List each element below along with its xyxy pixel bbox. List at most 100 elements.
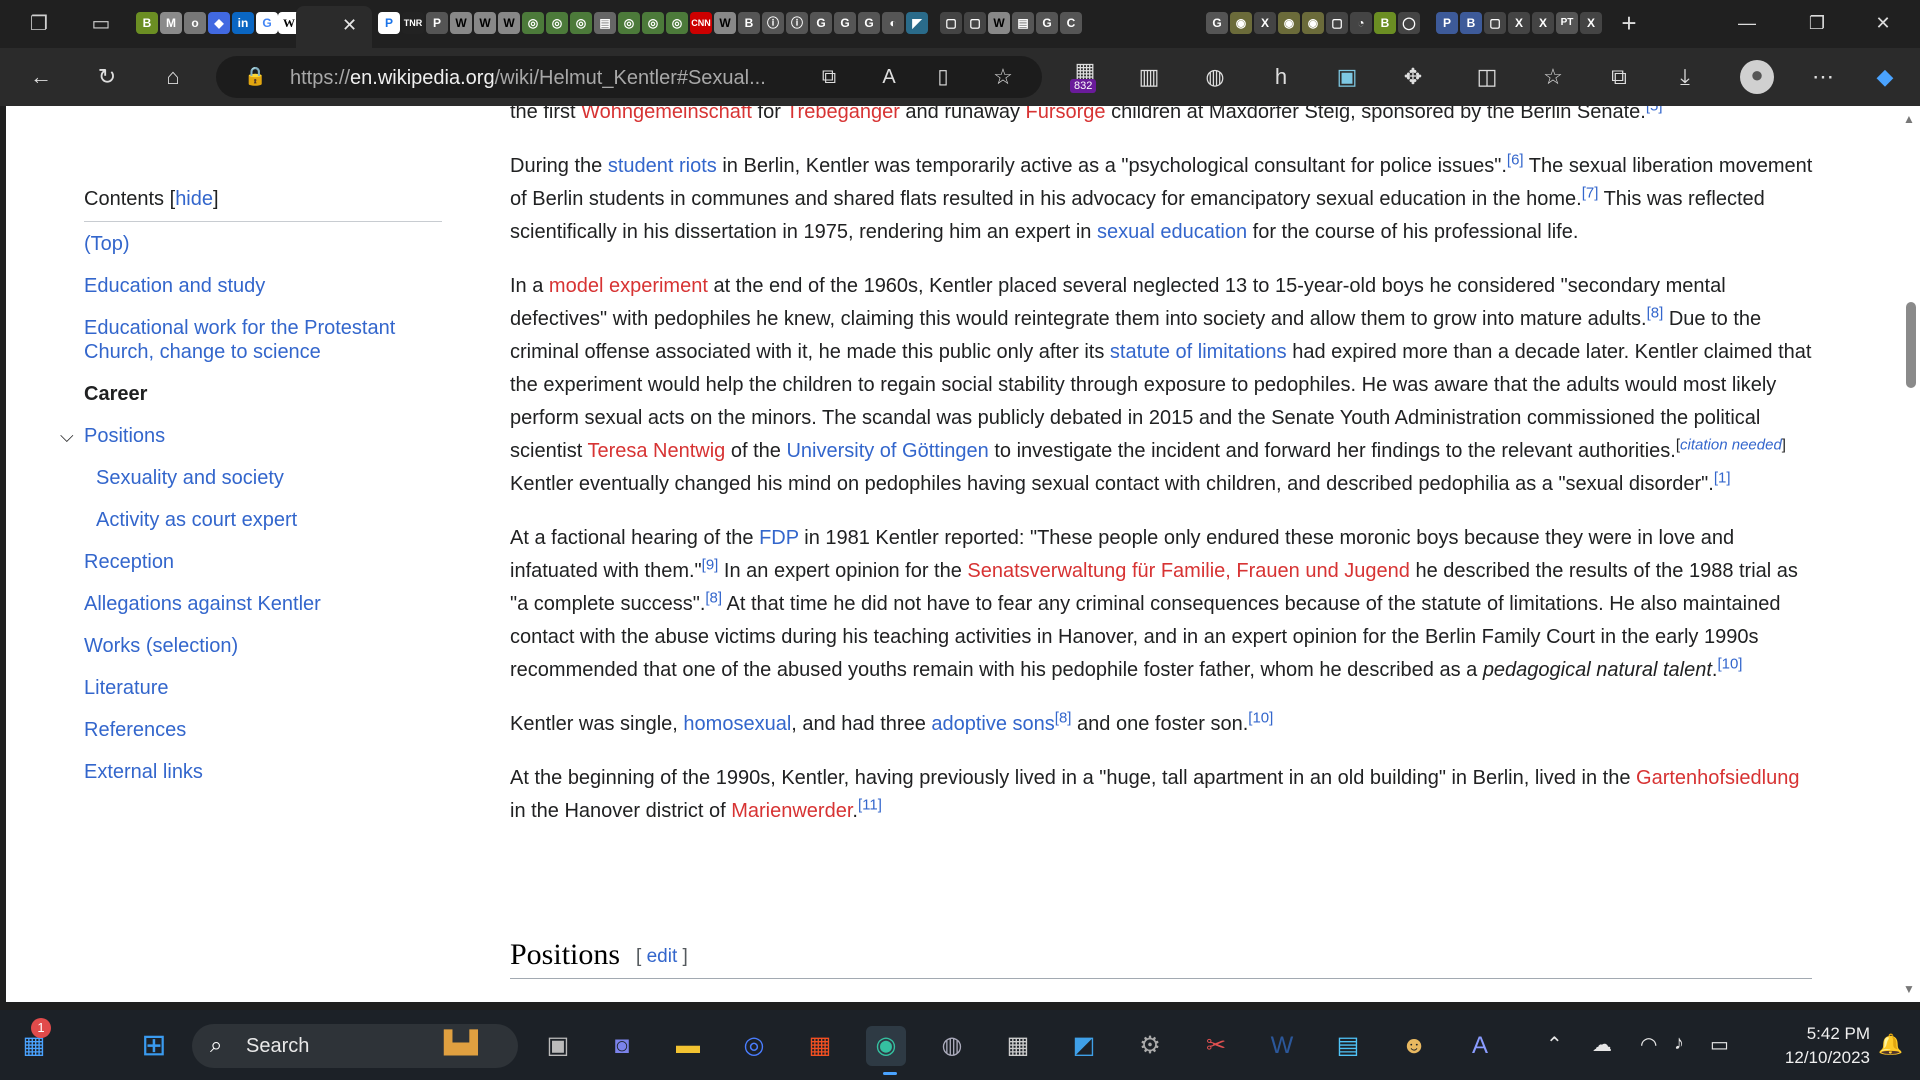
taskbar-search[interactable]: ⌕ Search ▙▟	[192, 1024, 518, 1068]
tab-favicon[interactable]: ▢	[940, 12, 962, 34]
tab-favicon[interactable]: ◎	[642, 12, 664, 34]
tab-favicon[interactable]: CNN	[690, 12, 712, 34]
toc-item-sexuality[interactable]: Sexuality and society	[84, 466, 444, 490]
tab-favicon[interactable]: ⓘ	[762, 12, 784, 34]
vertical-tabs-icon[interactable]: ▭	[86, 9, 116, 39]
new-tab-button[interactable]: +	[1614, 8, 1644, 38]
link-fdp[interactable]: FDP	[759, 527, 799, 549]
restore-icon[interactable]: ❐	[1802, 8, 1832, 38]
settings-gear-icon[interactable]: ⚙	[1130, 1026, 1170, 1066]
link-sexual-education[interactable]: sexual education	[1097, 221, 1247, 243]
back-icon[interactable]: ←	[26, 62, 56, 92]
tab-favicon[interactable]: ◉	[1302, 12, 1324, 34]
notification-bell-icon[interactable]: 🔔	[1878, 1032, 1903, 1057]
scroll-up-arrow-icon[interactable]: ▲	[1903, 112, 1915, 126]
workspaces-icon[interactable]: ❐	[24, 9, 54, 39]
citation-ref[interactable]: [1]	[1714, 469, 1731, 486]
citation-ref[interactable]: [8]	[705, 589, 722, 606]
downloads-icon[interactable]: ⤓	[1670, 62, 1700, 92]
tab-favicon[interactable]: B	[738, 12, 760, 34]
edge-icon[interactable]: ◉	[866, 1026, 906, 1066]
link-university-of-gottingen[interactable]: University of Göttingen	[786, 440, 988, 462]
tab-favicon[interactable]: ▢	[964, 12, 986, 34]
edit-section-link[interactable]: edit	[647, 946, 678, 967]
h-extension-icon[interactable]: h	[1266, 62, 1296, 92]
citation-ref[interactable]: [11]	[858, 796, 882, 813]
file-explorer-icon[interactable]: ▬	[668, 1026, 708, 1066]
tab-favicon[interactable]: ◐	[882, 12, 904, 34]
citation-ref[interactable]: [8]	[1647, 304, 1664, 321]
toc-item-literature[interactable]: Literature	[84, 676, 444, 700]
app-a-icon[interactable]: A	[1460, 1026, 1500, 1066]
notepad-icon[interactable]: ▤	[1328, 1026, 1368, 1066]
extensions-icon[interactable]: ✥	[1398, 62, 1428, 92]
tab-favicon[interactable]: G	[834, 12, 856, 34]
profile-avatar[interactable]: ●	[1740, 60, 1774, 94]
tab-favicon[interactable]: B	[136, 12, 158, 34]
tab-favicon[interactable]: X	[1580, 12, 1602, 34]
minimize-icon[interactable]: —	[1732, 8, 1762, 38]
link-gartenhofsiedlung[interactable]: Gartenhofsiedlung	[1636, 767, 1799, 789]
copilot-icon[interactable]: ◆	[1870, 62, 1900, 92]
store-icon[interactable]: ▦	[800, 1026, 840, 1066]
toc-item-educational-work[interactable]: Educational work for the Protestant Chur…	[84, 316, 424, 364]
link-model-experiment[interactable]: model experiment	[549, 275, 708, 297]
tab-favicon[interactable]: ◉	[1230, 12, 1252, 34]
camera-icon[interactable]: ◍	[932, 1026, 972, 1066]
tab-favicon[interactable]: PT	[1556, 12, 1578, 34]
citation-ref[interactable]: [8]	[1055, 709, 1072, 726]
tab-favicon[interactable]: ◉	[1278, 12, 1300, 34]
app-icon[interactable]: ◎	[734, 1026, 774, 1066]
link-adoptive-sons[interactable]: adoptive sons	[931, 713, 1054, 735]
tab-favicon[interactable]: W	[988, 12, 1010, 34]
toc-item-works[interactable]: Works (selection)	[84, 634, 444, 658]
tab-favicon[interactable]: G	[256, 12, 278, 34]
collections-icon[interactable]: ⧉	[1604, 62, 1634, 92]
tab-favicon[interactable]: ◎	[570, 12, 592, 34]
tab-favicon[interactable]: ▢	[1484, 12, 1506, 34]
system-clock[interactable]: 5:42 PM 12/10/2023	[1760, 1022, 1870, 1070]
link-teresa-nentwig[interactable]: Teresa Nentwig	[587, 440, 725, 462]
refresh-icon[interactable]: ↻	[92, 62, 122, 92]
tab-favicon[interactable]: ⓘ	[786, 12, 808, 34]
tab-favicon[interactable]: ◯	[1398, 12, 1420, 34]
scroll-down-arrow-icon[interactable]: ▼	[1903, 982, 1915, 996]
volume-icon[interactable]: ♪	[1674, 1032, 1684, 1055]
tab-favicon[interactable]: W	[474, 12, 496, 34]
address-bar[interactable]: 🔒 https://en.wikipedia.org/wiki/Helmut_K…	[216, 56, 1042, 98]
tab-favicon[interactable]: ◎	[666, 12, 688, 34]
tab-favicon[interactable]: G	[858, 12, 880, 34]
close-tab-icon[interactable]: ✕	[342, 15, 357, 36]
tab-favicon[interactable]: P	[1436, 12, 1458, 34]
active-tab[interactable]: ✕	[296, 6, 372, 48]
lock-icon[interactable]: 🔒	[244, 66, 266, 87]
chevron-down-icon[interactable]: ⌵	[60, 424, 74, 448]
tab-favicon[interactable]: P	[426, 12, 448, 34]
citation-ref[interactable]: [9]	[702, 556, 719, 573]
tab-favicon[interactable]: ▢	[1326, 12, 1348, 34]
toc-item-education[interactable]: Education and study	[84, 274, 444, 298]
url-text[interactable]: https://en.wikipedia.org/wiki/Helmut_Ken…	[290, 67, 766, 90]
link-wohngemeinschaft[interactable]: Wohngemeinschaft	[581, 106, 752, 123]
close-window-icon[interactable]: ✕	[1868, 8, 1898, 38]
citation-ref[interactable]: [10]	[1248, 709, 1273, 726]
citation-needed-link[interactable]: citation needed	[1680, 436, 1782, 453]
tab-favicon[interactable]: ▤	[594, 12, 616, 34]
tab-favicon[interactable]: ◎	[522, 12, 544, 34]
tab-favicon[interactable]: ◤	[906, 12, 928, 34]
scrollbar-thumb[interactable]	[1906, 302, 1916, 388]
extension-icon[interactable]: ▥	[1134, 62, 1164, 92]
word-icon[interactable]: W	[1262, 1026, 1302, 1066]
tab-favicon[interactable]: ▤	[1012, 12, 1034, 34]
tab-favicon[interactable]: X	[1532, 12, 1554, 34]
app-available-icon[interactable]: ⧉	[814, 62, 844, 92]
tab-favicon[interactable]: ◆	[208, 12, 230, 34]
tab-favicon[interactable]: G	[1206, 12, 1228, 34]
link-fursorge[interactable]: Fürsorge	[1026, 106, 1106, 123]
favorite-star-icon[interactable]: ☆	[988, 62, 1018, 92]
citation-ref[interactable]: [7]	[1582, 184, 1599, 201]
toc-item-positions[interactable]: ⌵ Positions	[60, 424, 444, 448]
home-icon[interactable]: ⌂	[158, 62, 188, 92]
toc-item-external-links[interactable]: External links	[84, 760, 444, 784]
split-screen-icon[interactable]: ◫	[1472, 62, 1502, 92]
